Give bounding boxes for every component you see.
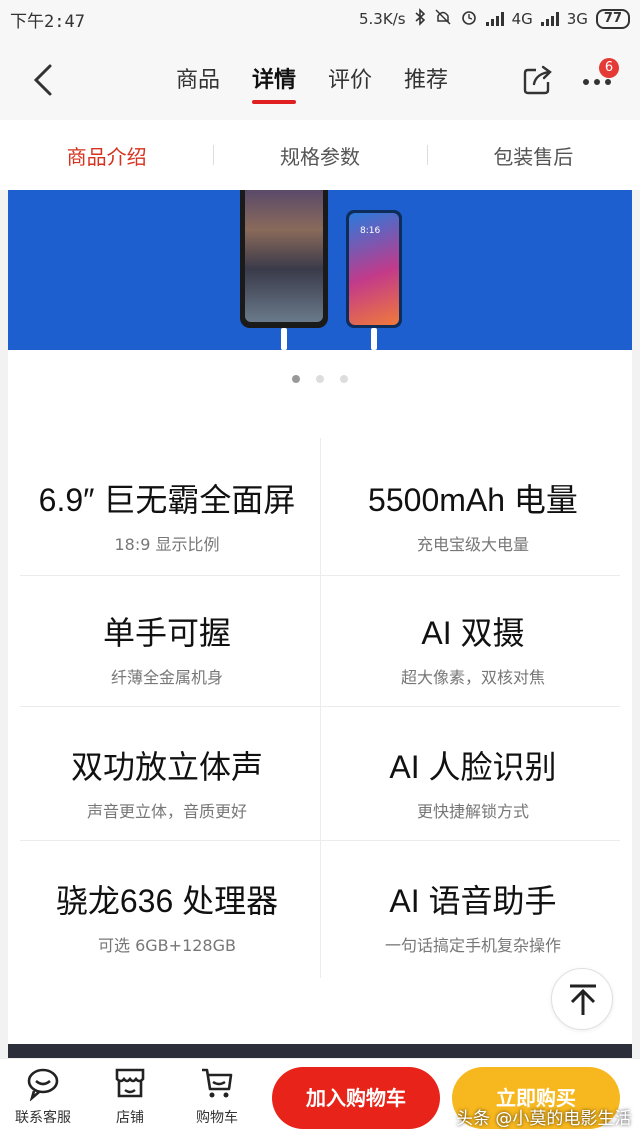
feature-subtitle: 超大像素，双核对焦 xyxy=(400,668,545,687)
top-nav: 商品 详情 评价 推荐 xyxy=(0,38,640,120)
feature-subtitle: 18:9 显示比例 xyxy=(114,535,220,554)
feature-item: AI 人脸识别 更快捷解锁方式 xyxy=(320,710,626,844)
feature-item: 单手可握 纤薄全金属机身 xyxy=(14,576,320,710)
feature-item: 双功放立体声 声音更立体，音质更好 xyxy=(14,710,320,844)
feature-title: AI 双摄 xyxy=(421,615,525,651)
feature-grid: 6.9″ 巨无霸全面屏 18:9 显示比例 5500mAh 电量 充电宝级大电量… xyxy=(8,408,632,1044)
status-time: 下午2:47 xyxy=(10,11,85,32)
share-icon xyxy=(523,65,552,95)
back-arrow-icon xyxy=(33,64,52,96)
feature-title: 双功放立体声 xyxy=(70,749,263,785)
store-icon xyxy=(115,1068,145,1098)
arrow-up-icon xyxy=(570,984,596,1015)
feature-item: AI 双摄 超大像素，双核对焦 xyxy=(320,576,626,710)
carousel-dot[interactable] xyxy=(340,375,348,383)
alarm-icon xyxy=(460,8,478,30)
customer-service-label: 联系客服 xyxy=(15,1110,71,1126)
back-button[interactable] xyxy=(28,60,64,100)
share-button[interactable] xyxy=(522,64,554,96)
subtab-intro[interactable]: 商品介绍 xyxy=(0,141,213,170)
feature-title: 5500mAh 电量 xyxy=(368,482,578,518)
watermark-text: 头条 @小莫的电影生活 xyxy=(456,1109,632,1129)
feature-title: AI 人脸识别 xyxy=(389,749,557,785)
cart-label: 购物车 xyxy=(196,1110,238,1126)
tab-recommend[interactable]: 推荐 xyxy=(404,62,448,104)
mute-icon xyxy=(434,8,452,30)
subtab-packaging[interactable]: 包装售后 xyxy=(426,141,640,170)
feature-item: AI 语音助手 一句话搞定手机复杂操作 xyxy=(320,844,626,978)
feature-title: 6.9″ 巨无霸全面屏 xyxy=(38,482,296,518)
phone-image-large xyxy=(240,190,328,328)
network-type-2: 3G xyxy=(566,10,588,28)
bluetooth-icon xyxy=(414,8,426,30)
feature-title: AI 语音助手 xyxy=(389,883,557,919)
store-button[interactable]: 店铺 xyxy=(90,1065,170,1127)
network-speed: 5.3K/s xyxy=(359,10,406,28)
feature-title: 骁龙636 处理器 xyxy=(55,883,279,919)
cable-image xyxy=(371,328,377,350)
phone-screen-clock: 8:16 xyxy=(360,226,381,236)
battery-indicator: 77 xyxy=(595,9,630,29)
feature-subtitle: 更快捷解锁方式 xyxy=(416,802,529,821)
network-type-1: 4G xyxy=(511,10,533,28)
feature-title: 单手可握 xyxy=(102,615,231,651)
phone-image-small: 8:16 xyxy=(346,210,402,328)
customer-service-button[interactable]: 联系客服 xyxy=(3,1065,83,1127)
cart-button[interactable]: 购物车 xyxy=(177,1065,257,1127)
tab-bar: 商品 详情 评价 推荐 xyxy=(176,62,448,104)
feature-subtitle: 纤薄全金属机身 xyxy=(110,668,223,687)
tab-product[interactable]: 商品 xyxy=(176,62,220,104)
detail-subtabs: 商品介绍 规格参数 包装售后 xyxy=(0,120,640,190)
feature-item: 5500mAh 电量 充电宝级大电量 xyxy=(320,443,626,577)
status-bar: 下午2:47 5.3K/s 4G 3G 77 xyxy=(0,0,640,38)
back-to-top-button[interactable] xyxy=(551,968,613,1030)
tab-reviews[interactable]: 评价 xyxy=(328,62,372,104)
status-right: 5.3K/s 4G 3G 77 xyxy=(359,8,630,30)
tab-details[interactable]: 详情 xyxy=(252,62,297,104)
carousel-dot[interactable] xyxy=(292,375,300,383)
notification-badge: 6 xyxy=(599,58,619,78)
product-banner[interactable]: 8:16 xyxy=(8,190,632,350)
shopping-cart-icon xyxy=(202,1068,233,1098)
feature-item: 6.9″ 巨无霸全面屏 18:9 显示比例 xyxy=(14,443,320,577)
chat-bubble-icon xyxy=(27,1068,59,1101)
feature-subtitle: 充电宝级大电量 xyxy=(416,535,529,554)
feature-subtitle: 声音更立体，音质更好 xyxy=(86,802,247,821)
carousel-indicator xyxy=(8,350,632,408)
feature-subtitle: 一句话搞定手机复杂操作 xyxy=(384,936,561,955)
signal-icon-2 xyxy=(540,12,559,26)
subtab-specs[interactable]: 规格参数 xyxy=(213,141,426,170)
feature-subtitle: 可选 6GB+128GB xyxy=(98,936,236,955)
signal-icon xyxy=(485,12,504,26)
cable-image xyxy=(281,328,287,350)
feature-item: 骁龙636 处理器 可选 6GB+128GB xyxy=(14,844,320,978)
add-to-cart-button[interactable]: 加入购物车 xyxy=(272,1067,440,1129)
content-strip xyxy=(8,1044,632,1058)
carousel-dot[interactable] xyxy=(316,375,324,383)
store-label: 店铺 xyxy=(116,1110,144,1126)
